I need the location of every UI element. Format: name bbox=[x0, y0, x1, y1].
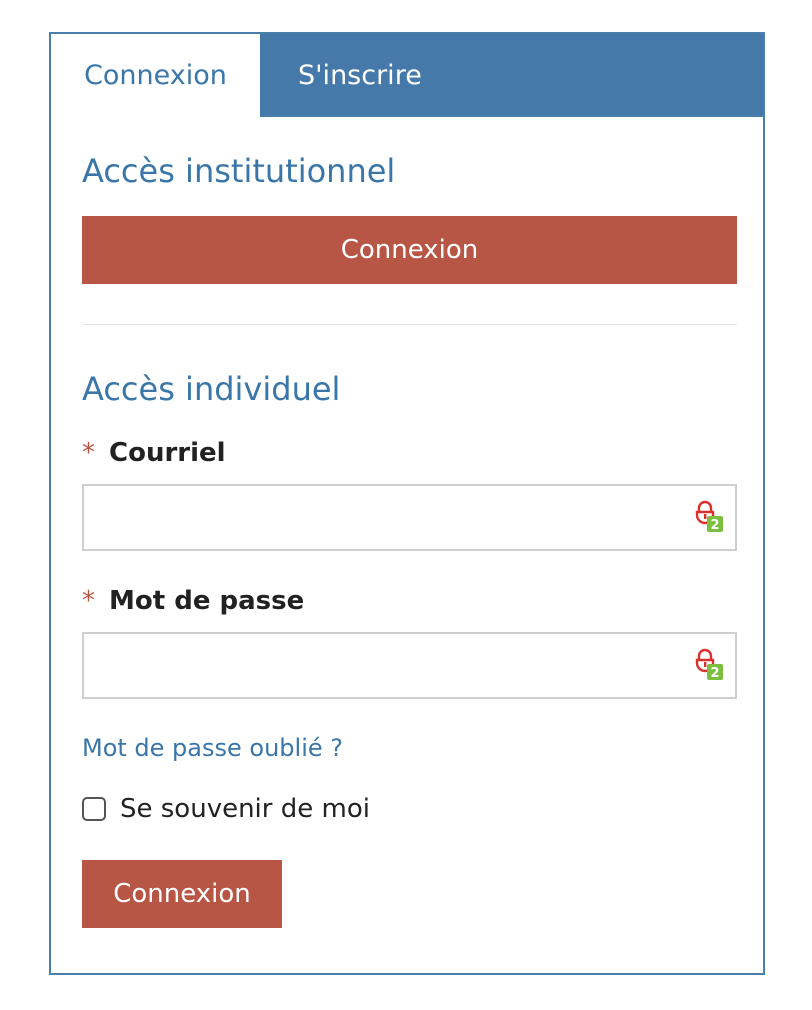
password-input[interactable] bbox=[82, 632, 737, 699]
individual-access-heading: Accès individuel bbox=[82, 370, 341, 408]
password-manager-badge-count: 2 bbox=[710, 666, 719, 681]
tab-register[interactable]: S'inscrire bbox=[260, 34, 763, 117]
lock-badge-icon[interactable]: 2 bbox=[692, 648, 726, 682]
required-marker: * bbox=[82, 586, 95, 616]
required-marker: * bbox=[82, 438, 95, 468]
section-divider bbox=[82, 324, 737, 325]
forgot-password-link[interactable]: Mot de passe oublié ? bbox=[82, 734, 343, 762]
institutional-login-button[interactable]: Connexion bbox=[82, 216, 737, 284]
login-panel: Connexion S'inscrire Accès institutionne… bbox=[49, 32, 765, 975]
email-input[interactable] bbox=[82, 484, 737, 551]
lock-badge-icon[interactable]: 2 bbox=[692, 500, 726, 534]
email-label-text: Courriel bbox=[109, 438, 226, 468]
password-label-text: Mot de passe bbox=[109, 586, 305, 616]
submit-login-button[interactable]: Connexion bbox=[82, 860, 282, 928]
email-field-label: * Courriel bbox=[82, 438, 226, 468]
tab-bar: Connexion S'inscrire bbox=[51, 34, 763, 117]
tab-divider bbox=[260, 115, 763, 117]
tab-login[interactable]: Connexion bbox=[51, 34, 260, 117]
remember-me-row: Se souvenir de moi bbox=[82, 794, 370, 824]
password-manager-badge-count: 2 bbox=[710, 518, 719, 533]
remember-me-label[interactable]: Se souvenir de moi bbox=[120, 794, 370, 824]
institutional-access-heading: Accès institutionnel bbox=[82, 152, 396, 190]
remember-me-checkbox[interactable] bbox=[82, 797, 106, 821]
password-field-label: * Mot de passe bbox=[82, 586, 304, 616]
